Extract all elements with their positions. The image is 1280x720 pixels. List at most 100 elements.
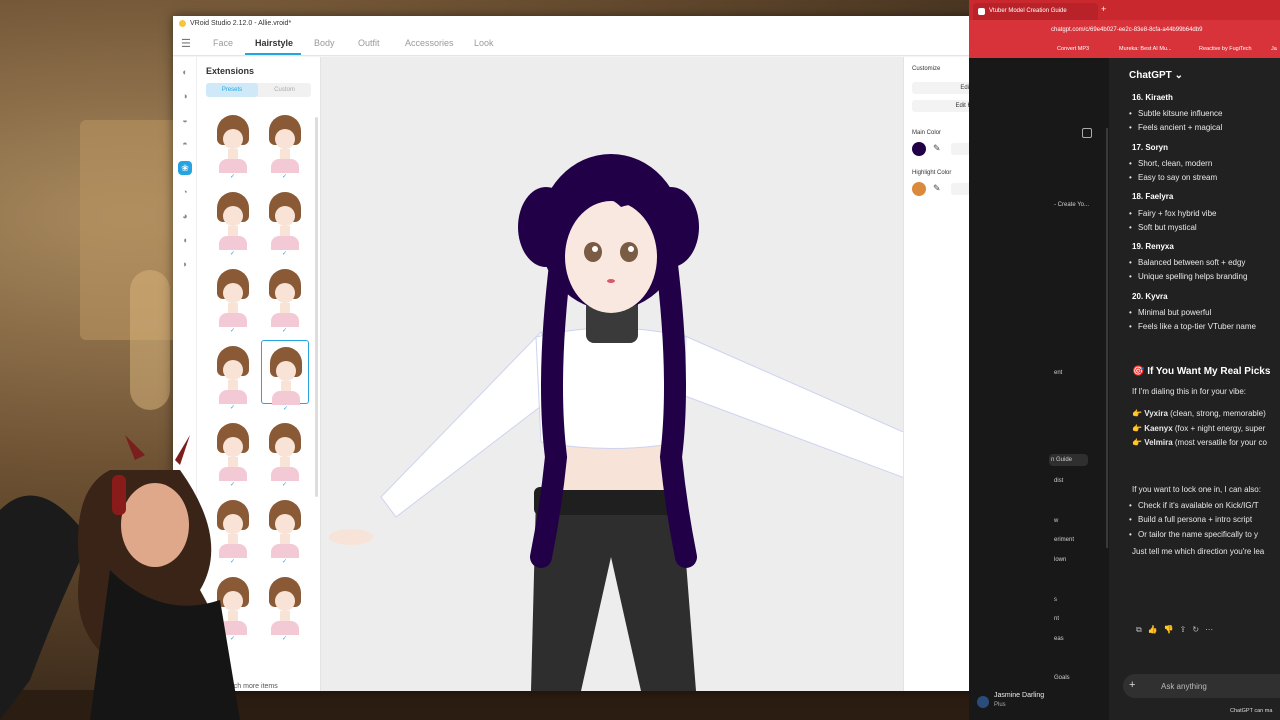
hairstyle-thumbnail[interactable]: ✓ — [209, 186, 257, 257]
hamburger-menu-icon[interactable]: ☰ — [181, 37, 191, 50]
avatar-model — [329, 154, 903, 691]
rail-braid-icon[interactable]: ◖ — [178, 233, 192, 247]
user-avatar[interactable] — [977, 696, 989, 708]
pick-name: Velmira — [1144, 438, 1173, 447]
sidebar-chat-item[interactable]: eas — [1054, 636, 1064, 642]
check-icon: ✓ — [282, 559, 288, 565]
thumb-shirt — [271, 544, 299, 558]
sidebar-chat-item[interactable]: w — [1054, 518, 1058, 524]
sidebar-divider — [1106, 128, 1108, 548]
pick-name: Kaenyx — [1144, 424, 1173, 433]
custom-tab[interactable]: Custom — [258, 83, 311, 97]
sidebar-chat-item-active[interactable]: n Guide — [1049, 454, 1089, 466]
tab-look[interactable]: Look — [474, 38, 494, 48]
panel-scrollbar[interactable] — [315, 117, 318, 497]
eyedropper-icon[interactable]: ✎ — [933, 183, 941, 194]
highlight-color-swatch[interactable] — [912, 182, 926, 196]
address-bar[interactable]: chatgpt.com/c/69e4b027-ee2c-83e8-8cfa-a4… — [969, 20, 1280, 42]
browser-tab[interactable]: Vtuber Model Creation Guide — [973, 3, 1098, 20]
thumb-face — [275, 206, 295, 226]
model-viewport[interactable] — [321, 57, 903, 691]
plus-icon[interactable]: + — [1129, 679, 1135, 691]
thumb-shirt — [272, 391, 300, 405]
avatar-left-braid — [530, 246, 572, 568]
disclaimer-text: ChatGPT can ma — [1230, 708, 1273, 714]
vroid-titlebar: VRoid Studio 2.12.0 - Allie.vroid* — [173, 16, 1051, 31]
extensions-title: Extensions — [206, 66, 255, 76]
hairstyle-thumbnail[interactable]: ✓ — [209, 263, 257, 334]
more-icon[interactable]: ⋯ — [1205, 625, 1219, 634]
bookmark-item[interactable]: Convert MP3 — [1057, 46, 1089, 52]
bookmark-item[interactable]: Ja — [1271, 46, 1277, 52]
thumb-neck — [280, 534, 290, 544]
rail-base-hair-icon[interactable]: ◗ — [178, 257, 192, 271]
list-item: Build a full persona + intro script — [1129, 515, 1252, 524]
user-name[interactable]: Jasmine Darling — [994, 692, 1044, 699]
hairstyle-thumbnail[interactable]: ✓ — [261, 186, 309, 257]
vroid-window-title: VRoid Studio 2.12.0 - Allie.vroid* — [190, 20, 292, 27]
eyedropper-icon[interactable]: ✎ — [933, 143, 941, 154]
pick-note: (fox + night energy, super — [1172, 424, 1266, 433]
chatgpt-favicon-icon — [978, 8, 985, 15]
tab-hairstyle[interactable]: Hairstyle — [255, 38, 293, 48]
bookmark-item[interactable]: Mureka: Best AI Mu... — [1119, 46, 1172, 52]
list-item: Balanced between soft + edgy — [1129, 258, 1245, 267]
sidebar-chat-item[interactable]: ent — [1054, 370, 1062, 376]
pick-name: Vyxira — [1144, 409, 1168, 418]
thumb-face — [275, 437, 295, 457]
hairstyle-thumbnail[interactable]: ✓ — [209, 340, 257, 411]
new-tab-button[interactable]: + — [1101, 4, 1106, 14]
bookmarks-bar: Convert MP3 Mureka: Best AI Mu... Reacti… — [969, 42, 1280, 58]
tab-accessories[interactable]: Accessories — [405, 38, 454, 48]
presets-tab[interactable]: Presets — [206, 83, 258, 97]
rail-side-hair-icon[interactable]: ◓ — [178, 137, 192, 151]
sidebar-chat-item[interactable]: dist — [1054, 478, 1063, 484]
sidebar-toggle-icon[interactable] — [1082, 128, 1092, 138]
hairstyle-thumbnail[interactable]: ✓ — [261, 494, 309, 565]
hairstyle-thumbnail[interactable]: ✓ — [261, 109, 309, 180]
main-color-swatch[interactable] — [912, 142, 926, 156]
rail-extensions-icon[interactable]: ❀ — [178, 161, 192, 175]
thumb-face — [275, 129, 295, 149]
list-item: Easy to say on stream — [1129, 173, 1217, 182]
thumbs-down-icon[interactable]: 👎 — [1164, 625, 1180, 634]
copy-icon[interactable]: ⧉ — [1136, 625, 1148, 634]
url-text: chatgpt.com/c/69e4b027-ee2c-83e8-8cfa-a4… — [1051, 27, 1203, 33]
thumb-shirt — [219, 313, 247, 327]
bookmark-item[interactable]: Reactive by FugiTech — [1199, 46, 1252, 52]
rail-back-hair-icon[interactable]: ◒ — [178, 113, 192, 127]
thumbs-up-icon[interactable]: 👍 — [1148, 625, 1164, 634]
chatgpt-sidebar: - Create Yo... ent n Guide dist w erimen… — [969, 58, 1109, 720]
rail-head-icon[interactable]: ◐ — [178, 65, 192, 79]
rail-ponytail-icon[interactable]: ◕ — [178, 209, 192, 223]
rail-ahoge-icon[interactable]: ◔ — [178, 185, 192, 199]
tab-outfit[interactable]: Outfit — [358, 38, 380, 48]
regenerate-icon[interactable]: ↻ — [1192, 625, 1205, 634]
thumb-shirt — [219, 159, 247, 173]
sidebar-chat-item[interactable]: - Create Yo... — [1054, 202, 1089, 208]
list-item: Check if it's available on Kick/IG/T — [1129, 501, 1259, 510]
tab-face[interactable]: Face — [213, 38, 233, 48]
hairstyle-thumbnail[interactable]: ✓ — [261, 340, 309, 412]
hairstyle-thumbnail[interactable]: ✓ — [261, 263, 309, 334]
thumb-shirt — [271, 236, 299, 250]
sidebar-chat-item[interactable]: nt — [1054, 616, 1059, 622]
thumb-neck — [280, 303, 290, 313]
avatar-right-sleeve — [660, 331, 903, 478]
vroid-tab-bar: ☰ Face Hairstyle Body Outfit Accessories… — [173, 31, 1051, 56]
hairstyle-thumbnail[interactable]: ✓ — [261, 571, 309, 642]
share-icon[interactable]: ⇪ — [1180, 625, 1193, 634]
list-item: Fairy + fox hybrid vibe — [1129, 209, 1217, 218]
model-selector[interactable]: ChatGPT ⌄ — [1129, 70, 1183, 81]
sidebar-chat-item[interactable]: s — [1054, 597, 1057, 603]
thumb-face — [223, 360, 243, 380]
vroid-window: VRoid Studio 2.12.0 - Allie.vroid* — ☐ ✕… — [173, 16, 1051, 691]
hairstyle-thumbnail[interactable]: ✓ — [261, 417, 309, 488]
thumb-neck — [228, 226, 238, 236]
tab-body[interactable]: Body — [314, 38, 335, 48]
sidebar-chat-item[interactable]: Goals — [1054, 675, 1070, 681]
hairstyle-thumbnail[interactable]: ✓ — [209, 109, 257, 180]
rail-front-hair-icon[interactable]: ◑ — [178, 89, 192, 103]
sidebar-chat-item[interactable]: lown — [1054, 557, 1066, 563]
sidebar-chat-item[interactable]: eriment — [1054, 537, 1074, 543]
